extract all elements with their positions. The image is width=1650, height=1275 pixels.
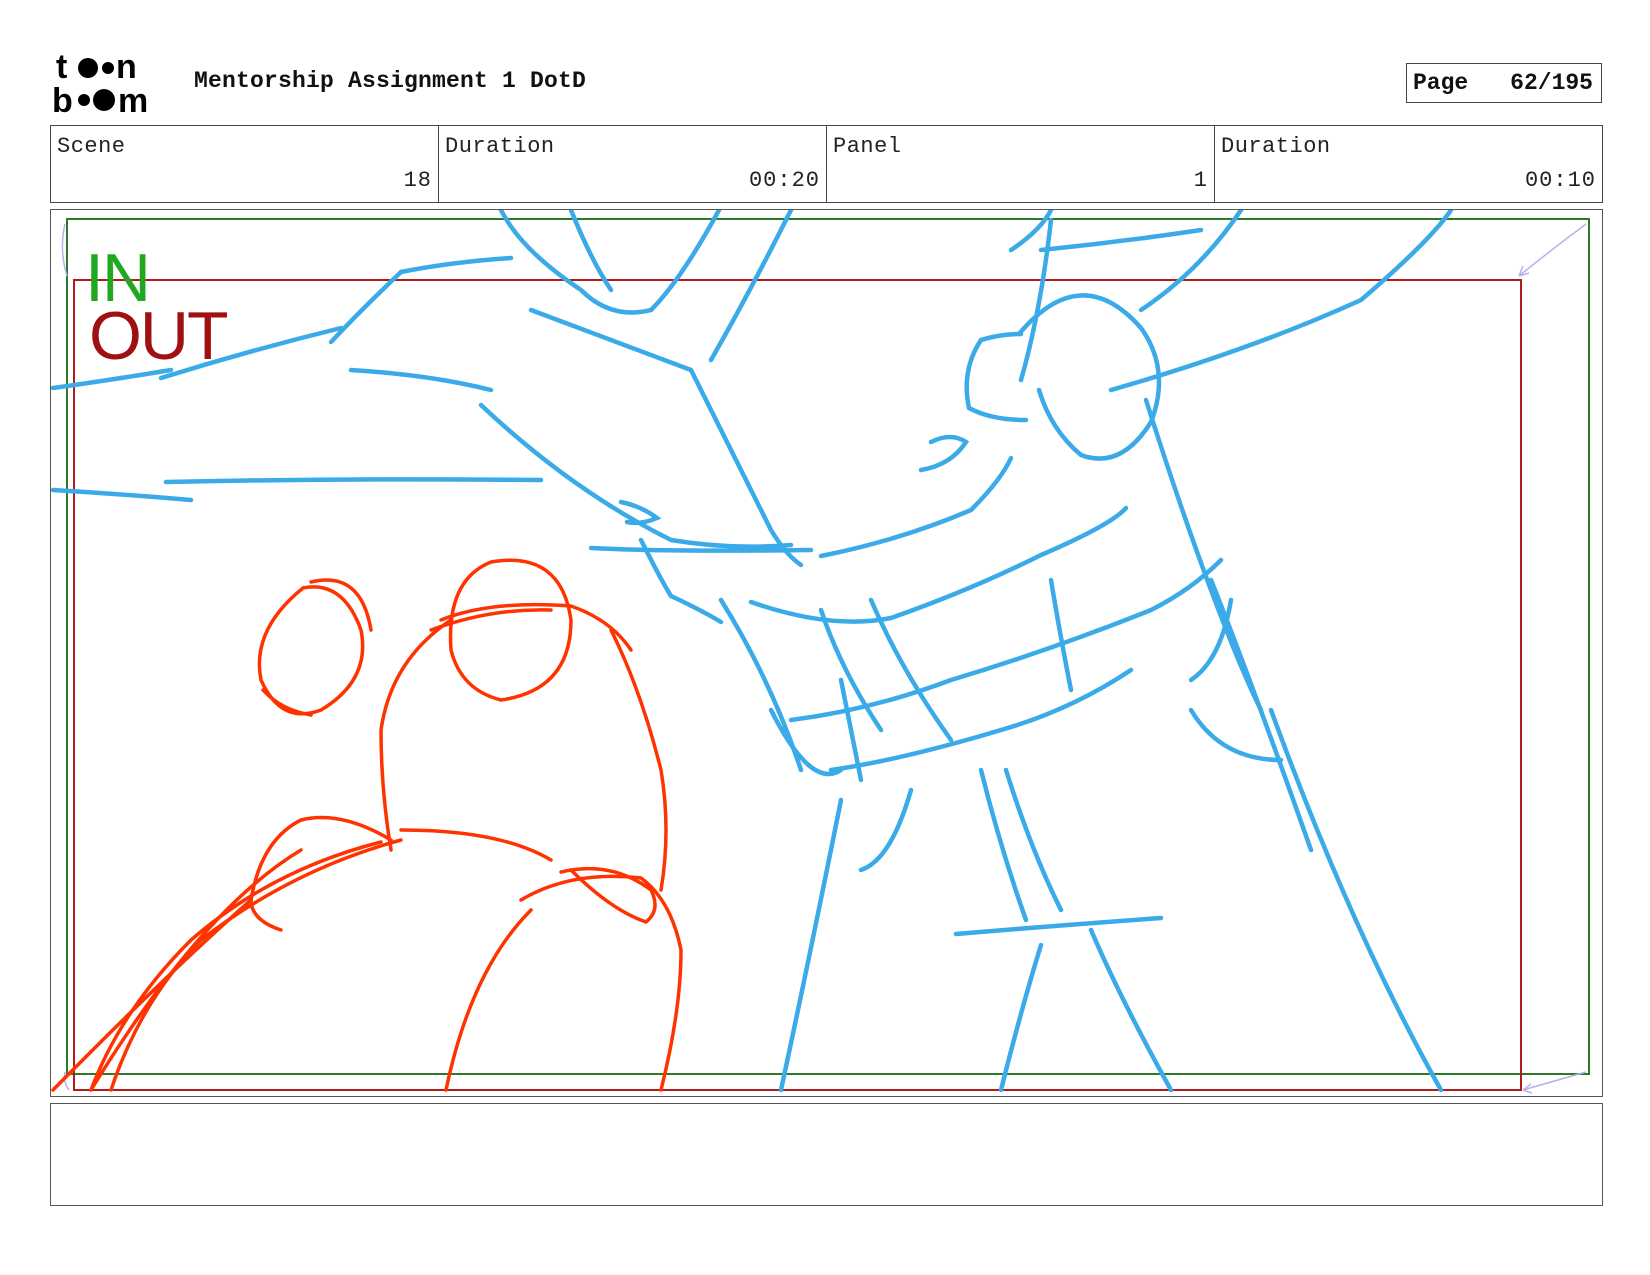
scene-cell: Scene 18 — [51, 126, 439, 202]
camera-move-arrows — [61, 223, 1587, 1094]
blue-figure-sketch — [51, 210, 1454, 1093]
out-frame — [73, 279, 1522, 1091]
scene-duration-label: Duration — [445, 134, 555, 159]
in-frame — [66, 218, 1590, 1075]
panel-duration-label: Duration — [1221, 134, 1331, 159]
svg-text:b: b — [52, 82, 73, 116]
panel-duration-value: 00:10 — [1524, 168, 1596, 193]
storyboard-panel[interactable]: IN OUT — [50, 209, 1603, 1097]
svg-text:t: t — [56, 50, 67, 86]
scene-duration-cell: Duration 00:20 — [439, 126, 827, 202]
panel-cell: Panel 1 — [827, 126, 1215, 202]
panel-label: Panel — [833, 134, 902, 159]
page-value: 62/195 — [1510, 70, 1593, 96]
page-indicator: Page 62/195 — [1406, 63, 1602, 103]
red-character-sketch — [51, 558, 683, 1092]
scene-label: Scene — [57, 134, 126, 159]
panel-duration-cell: Duration 00:10 — [1215, 126, 1602, 202]
panel-notes-box[interactable] — [50, 1103, 1603, 1206]
scene-info-row: Scene 18 Duration 00:20 Panel 1 Duration… — [50, 125, 1603, 203]
out-frame-label: OUT — [89, 298, 229, 374]
page-label: Page — [1413, 70, 1469, 96]
svg-text:n: n — [116, 50, 137, 86]
toon-boom-logo: t n b m — [52, 50, 148, 116]
panel-value: 1 — [1193, 168, 1208, 193]
document-title: Mentorship Assignment 1 DotD — [194, 68, 587, 94]
scene-duration-value: 00:20 — [748, 168, 820, 193]
svg-text:m: m — [118, 82, 148, 116]
panel-sketch — [51, 210, 1590, 1094]
scene-value: 18 — [403, 168, 432, 193]
